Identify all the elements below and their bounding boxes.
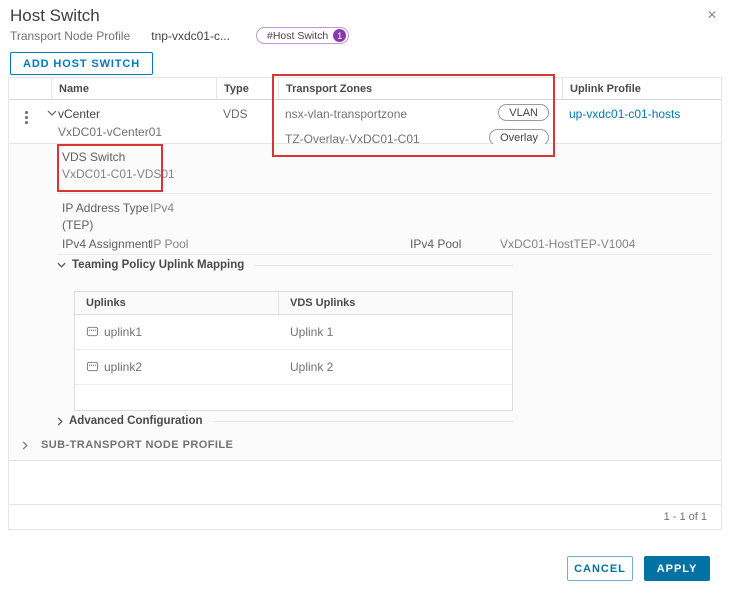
uplink-port-icon (86, 360, 99, 373)
grid-header: Name Type Transport Zones Uplink Profile (9, 78, 721, 100)
row-type-cell: VDS (216, 100, 278, 143)
row-name: vCenter (58, 107, 101, 121)
host-switch-grid-panel: Name Type Transport Zones Uplink Profile… (8, 77, 722, 530)
transport-zone-item: nsx-vlan-transportzone VLAN (278, 104, 562, 125)
transport-zone-vlan-pill: VLAN (498, 104, 549, 121)
section-rule (254, 264, 513, 266)
grid-header-name: Name (51, 78, 216, 99)
ip-address-type-label: IP Address Type (62, 201, 149, 215)
uplink-name: uplink1 (104, 325, 143, 339)
teaming-policy-section-title: Teaming Policy Uplink Mapping (72, 259, 245, 271)
apply-button[interactable]: APPLY (644, 556, 710, 581)
uplink-profile-link[interactable]: up-vxdc01-c01-hosts (569, 107, 680, 121)
row-transport-zones-cell: nsx-vlan-transportzone VLAN TZ-Overlay-V… (278, 100, 562, 146)
sub-transport-node-profile-toggle[interactable]: SUB-TRANSPORT NODE PROFILE (22, 439, 233, 451)
grid-header-transport-zones: Transport Zones (278, 78, 562, 99)
host-switch-dialog: Host Switch ✕ Transport Node Profile tnp… (0, 0, 730, 605)
teaming-col-vds-uplinks: VDS Uplinks (290, 297, 356, 309)
host-switch-count-badge-label: #Host Switch (266, 29, 329, 42)
row-type: VDS (223, 107, 248, 121)
table-row: uplink2 Uplink 2 (75, 350, 512, 385)
uplink-cell: uplink2 (75, 350, 279, 384)
section-rule (212, 420, 513, 422)
close-icon[interactable]: ✕ (707, 8, 717, 22)
row-subname: VxDC01-vCenter01 (58, 125, 163, 139)
row-uplink-profile-cell: up-vxdc01-c01-hosts (562, 100, 721, 143)
ipv4-pool-label: IPv4 Pool (410, 237, 462, 251)
teaming-policy-section-toggle[interactable]: Teaming Policy Uplink Mapping (57, 259, 513, 271)
chevron-right-icon (22, 440, 28, 450)
vds-switch-value: VxDC01-C01-VDS01 (62, 167, 175, 181)
transport-node-profile-value: tnp-vxdc01-c... (151, 28, 230, 43)
chevron-right-icon (57, 416, 63, 426)
page-title: Host Switch (10, 6, 100, 25)
divider (57, 254, 712, 255)
add-host-switch-button[interactable]: ADD HOST SWITCH (10, 52, 154, 75)
grid-header-uplink-profile: Uplink Profile (562, 78, 721, 99)
teaming-col-uplinks: Uplinks (75, 292, 279, 314)
pagination: 1 - 1 of 1 (9, 504, 721, 529)
host-switch-row: vCenter VxDC01-vCenter01 VDS nsx-vlan-tr… (9, 100, 721, 146)
ip-address-type-value: IPv4 (150, 201, 175, 215)
vds-uplink-cell: Uplink 1 (290, 325, 334, 339)
vds-uplink-cell: Uplink 2 (290, 360, 334, 374)
transport-zone-name: nsx-vlan-transportzone (285, 107, 408, 121)
transport-node-profile-label: Transport Node Profile (10, 28, 131, 43)
row-actions-cell (9, 100, 57, 143)
ipv4-assignment-value: IP Pool (150, 237, 189, 251)
ipv4-assignment-label: IPv4 Assignment (62, 237, 152, 251)
uplink-cell: uplink1 (75, 315, 279, 349)
transport-node-profile-row: Transport Node Profile tnp-vxdc01-c... #… (10, 27, 350, 44)
chevron-down-icon (57, 262, 66, 268)
ip-address-type-label-tep: (TEP) (62, 218, 94, 232)
teaming-table-header: Uplinks VDS Uplinks (75, 292, 512, 315)
uplink-name: uplink2 (104, 360, 143, 374)
host-switch-count-badge-count: 1 (333, 29, 347, 42)
advanced-configuration-title: Advanced Configuration (69, 415, 203, 427)
table-row: uplink1 Uplink 1 (75, 315, 512, 350)
row-menu-icon[interactable] (23, 109, 30, 126)
cancel-button[interactable]: CANCEL (567, 556, 633, 581)
uplink-port-icon (86, 325, 99, 338)
divider (57, 193, 712, 194)
host-switch-count-badge[interactable]: #Host Switch 1 (255, 27, 350, 44)
teaming-uplink-table: Uplinks VDS Uplinks uplink1 Uplink 1 upl… (74, 291, 513, 411)
grid-header-actions (9, 78, 51, 99)
ipv4-pool-value: VxDC01-HostTEP-V1004 (500, 237, 636, 251)
row-expanded-details: VDS Switch VxDC01-C01-VDS01 IP Address T… (9, 144, 721, 461)
grid-header-type: Type (216, 78, 278, 99)
advanced-configuration-toggle[interactable]: Advanced Configuration (57, 415, 513, 427)
vds-switch-label: VDS Switch (62, 150, 126, 164)
sub-transport-node-profile-title: SUB-TRANSPORT NODE PROFILE (41, 439, 234, 451)
row-name-cell: vCenter VxDC01-vCenter01 (51, 100, 216, 143)
